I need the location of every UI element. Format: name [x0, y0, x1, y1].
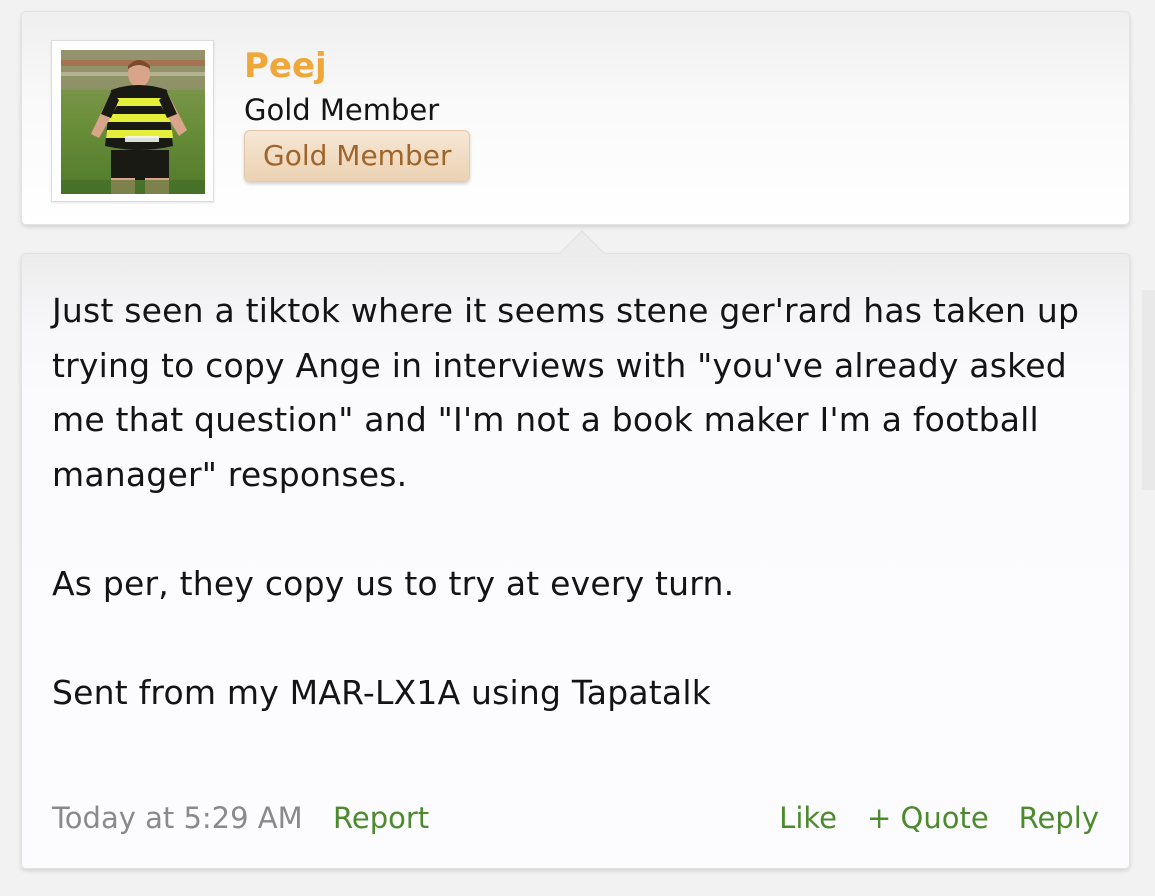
avatar[interactable]	[51, 40, 214, 202]
like-button[interactable]: Like	[779, 798, 837, 838]
user-banner-badge: Gold Member	[244, 130, 471, 182]
user-info-card: Peej Gold Member Gold Member	[21, 11, 1130, 225]
avatar-image	[61, 50, 205, 194]
message-card: Just seen a tiktok where it seems stene …	[21, 230, 1130, 869]
report-link[interactable]: Report	[333, 798, 429, 838]
message-body: Just seen a tiktok where it seems stene …	[52, 291, 1080, 712]
scrollbar-track[interactable]	[1142, 290, 1155, 490]
quote-button[interactable]: + Quote	[867, 798, 989, 838]
username[interactable]: Peej	[244, 46, 327, 86]
reply-button[interactable]: Reply	[1019, 798, 1099, 838]
post-actions: Like + Quote Reply	[779, 798, 1099, 838]
post-timestamp[interactable]: Today at 5:29 AM	[52, 798, 303, 838]
user-title: Gold Member	[244, 93, 440, 127]
speech-pointer-fill	[559, 232, 605, 255]
post-page: Peej Gold Member Gold Member Just seen a…	[0, 0, 1155, 896]
message-footer: Today at 5:29 AM Report Like + Quote Rep…	[52, 798, 1099, 838]
